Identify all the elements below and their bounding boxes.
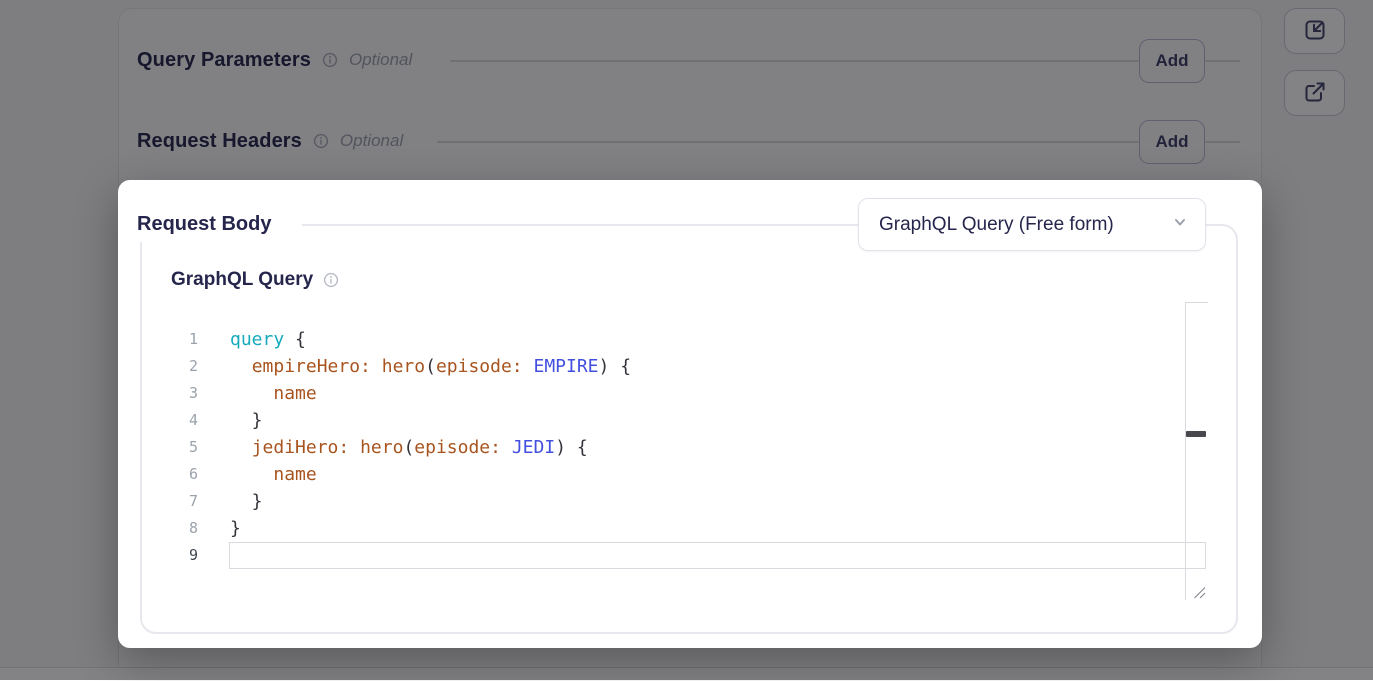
scrollbar-track-top [1185,302,1208,303]
code-line[interactable]: empireHero: hero(episode: EMPIRE) { [230,353,631,380]
code-line[interactable]: jediHero: hero(episode: JEDI) { [230,434,631,461]
code-line[interactable]: } [230,407,631,434]
code-lines[interactable]: query { empireHero: hero(episode: EMPIRE… [230,326,631,569]
line-number: 1 [158,326,198,353]
request-body-title: Request Body [137,213,271,236]
request-body-modal: Request Body GraphQL Query (Free form) G… [118,180,1262,648]
info-icon[interactable] [323,272,339,288]
code-line[interactable]: } [230,488,631,515]
code-line[interactable] [230,542,631,569]
code-line[interactable]: } [230,515,631,542]
line-number: 5 [158,434,198,461]
body-type-select[interactable]: GraphQL Query (Free form) [858,198,1206,251]
line-number: 9 [158,542,198,569]
graphql-query-header: GraphQL Query [171,269,339,291]
line-number: 7 [158,488,198,515]
code-line[interactable]: name [230,380,631,407]
line-number: 6 [158,461,198,488]
chevron-down-icon [1171,213,1189,236]
line-number: 2 [158,353,198,380]
scrollbar-track [1185,302,1186,600]
graphql-query-label: GraphQL Query [171,269,313,291]
body-type-select-value: GraphQL Query (Free form) [879,214,1114,236]
resize-grip-icon[interactable] [1193,586,1206,604]
request-body-header: Request Body [126,206,302,242]
scrollbar-thumb[interactable] [1186,431,1206,437]
code-line[interactable]: query { [230,326,631,353]
code-line[interactable]: name [230,461,631,488]
gutter: 123456789 [158,326,198,569]
line-number: 8 [158,515,198,542]
line-number: 4 [158,407,198,434]
line-number: 3 [158,380,198,407]
